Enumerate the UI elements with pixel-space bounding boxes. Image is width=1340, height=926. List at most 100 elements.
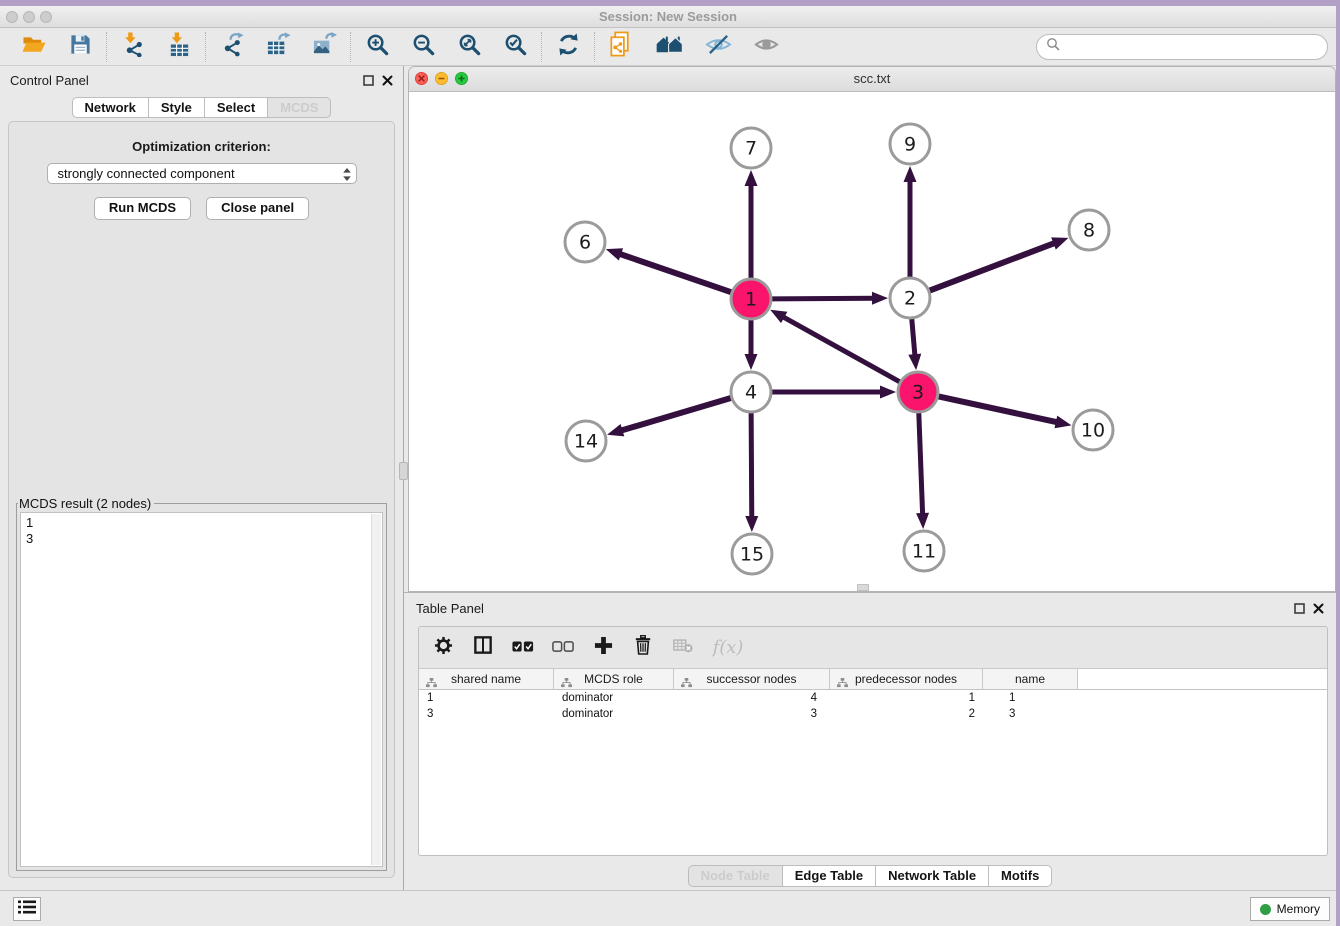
close-window-button[interactable] [6, 11, 18, 23]
memory-label: Memory [1277, 902, 1320, 916]
tab-network[interactable]: Network [72, 97, 149, 118]
zoom-selected-button[interactable] [502, 33, 528, 61]
import-network-icon [121, 32, 146, 62]
minimize-network-button[interactable] [435, 72, 448, 85]
criterion-select[interactable]: strongly connected component [47, 163, 357, 184]
zoom-fit-button[interactable] [456, 33, 482, 61]
show-network-button[interactable] [752, 33, 780, 61]
column-header-name[interactable]: name [983, 669, 1078, 689]
checked-boxes-icon [512, 639, 534, 657]
optimization-criterion-label: Optimization criterion: [9, 139, 394, 154]
run-mcds-button[interactable]: Run MCDS [94, 197, 191, 220]
window-title: Session: New Session [0, 6, 1336, 27]
table-row[interactable]: 1 dominator 4 1 1 [419, 690, 1327, 706]
home-button[interactable] [654, 33, 684, 61]
tab-node-table[interactable]: Node Table [688, 865, 783, 887]
graph-edge-arrowhead [880, 386, 896, 399]
splitter-grip[interactable] [399, 462, 408, 480]
network-window-titlebar[interactable]: scc.txt [409, 67, 1335, 92]
delete-column-button[interactable] [671, 634, 695, 662]
graph-edge-3-1[interactable] [782, 316, 900, 382]
maximize-network-button[interactable] [455, 72, 468, 85]
zoom-out-button[interactable] [410, 33, 436, 61]
search-field[interactable] [1036, 34, 1328, 60]
column-header-shared-name[interactable]: shared name [419, 669, 554, 689]
new-session-from-network-button[interactable] [608, 33, 634, 61]
control-panel-title: Control Panel [10, 73, 89, 88]
zoom-fit-icon [457, 32, 482, 62]
control-panel-tabs: Network Style Select MCDS [0, 97, 403, 118]
network-window-controls [415, 72, 468, 85]
export-image-button[interactable] [311, 33, 337, 61]
delete-row-button[interactable] [631, 634, 655, 662]
graph-edge-arrowhead [607, 424, 624, 436]
zoom-out-icon [411, 32, 436, 62]
graph-edge-arrowhead [1054, 416, 1071, 429]
split-columns-button[interactable] [471, 634, 495, 662]
mcds-result-box[interactable]: 1 3 [20, 512, 383, 867]
graph-node-label: 3 [912, 382, 924, 404]
select-all-button[interactable] [511, 634, 535, 662]
graph-edge-1-6[interactable] [618, 253, 731, 292]
graph-edge-4-15[interactable] [751, 413, 752, 519]
task-history-button[interactable] [13, 897, 41, 921]
zoom-window-button[interactable] [40, 11, 52, 23]
trash-icon [634, 635, 652, 660]
close-panel-icon[interactable] [1313, 603, 1324, 614]
table-row[interactable]: 3 dominator 3 2 3 [419, 706, 1327, 722]
table-toolbar: f(x) [419, 627, 1327, 669]
gear-icon [434, 636, 453, 660]
export-network-button[interactable] [219, 33, 245, 61]
graph-edge-1-2[interactable] [772, 298, 875, 299]
zoom-in-icon [365, 32, 390, 62]
graph-edge-arrowhead [745, 354, 758, 370]
tab-motifs[interactable]: Motifs [989, 865, 1052, 887]
import-table-button[interactable] [166, 33, 192, 61]
network-window-title: scc.txt [409, 67, 1335, 90]
minimize-window-button[interactable] [23, 11, 35, 23]
close-panel-button[interactable]: Close panel [206, 197, 309, 220]
search-input[interactable] [1065, 38, 1327, 55]
float-panel-icon[interactable] [363, 75, 374, 86]
column-header-successor-nodes[interactable]: successor nodes [674, 669, 830, 689]
graph-edge-3-10[interactable] [939, 396, 1059, 422]
network-graph[interactable]: 1234678910111415 [409, 92, 1335, 592]
graph-node-label: 11 [912, 541, 936, 563]
close-panel-icon[interactable] [382, 75, 393, 86]
graph-edge-4-14[interactable] [620, 398, 731, 431]
table-settings-button[interactable] [431, 634, 455, 662]
float-panel-icon[interactable] [1294, 603, 1305, 614]
graph-edge-2-3[interactable] [912, 319, 915, 357]
result-scrollbar[interactable] [371, 514, 381, 865]
file-network-icon [609, 31, 633, 63]
graph-edge-2-8[interactable] [930, 242, 1057, 290]
tab-select[interactable]: Select [205, 97, 268, 118]
mcds-result-line: 3 [26, 531, 382, 547]
unchecked-boxes-icon [552, 639, 574, 657]
export-table-button[interactable] [265, 33, 291, 61]
graph-edge-arrowhead [908, 354, 921, 370]
column-header-predecessor-nodes[interactable]: predecessor nodes [830, 669, 983, 689]
tab-style[interactable]: Style [149, 97, 205, 118]
save-session-button[interactable] [67, 33, 93, 61]
deselect-all-button[interactable] [551, 634, 575, 662]
graph-node-label: 14 [574, 431, 598, 453]
tab-network-table[interactable]: Network Table [876, 865, 989, 887]
graph-edge-3-11[interactable] [919, 413, 923, 516]
close-network-button[interactable] [415, 72, 428, 85]
apply-function-button[interactable]: f(x) [711, 634, 745, 662]
hide-network-button[interactable] [704, 33, 732, 61]
zoom-in-button[interactable] [364, 33, 390, 61]
graph-edge-arrowhead [745, 516, 758, 532]
memory-button[interactable]: Memory [1250, 897, 1330, 921]
refresh-button[interactable] [555, 33, 581, 61]
open-session-button[interactable] [21, 33, 47, 61]
add-row-button[interactable] [591, 634, 615, 662]
import-network-button[interactable] [120, 33, 146, 61]
graph-node-label: 4 [745, 382, 757, 404]
tab-mcds[interactable]: MCDS [268, 97, 331, 118]
select-chevrons-icon [341, 167, 353, 182]
tab-edge-table[interactable]: Edge Table [783, 865, 876, 887]
canvas-resize-grip[interactable] [857, 584, 869, 591]
column-header-mcds-role[interactable]: MCDS role [554, 669, 674, 689]
